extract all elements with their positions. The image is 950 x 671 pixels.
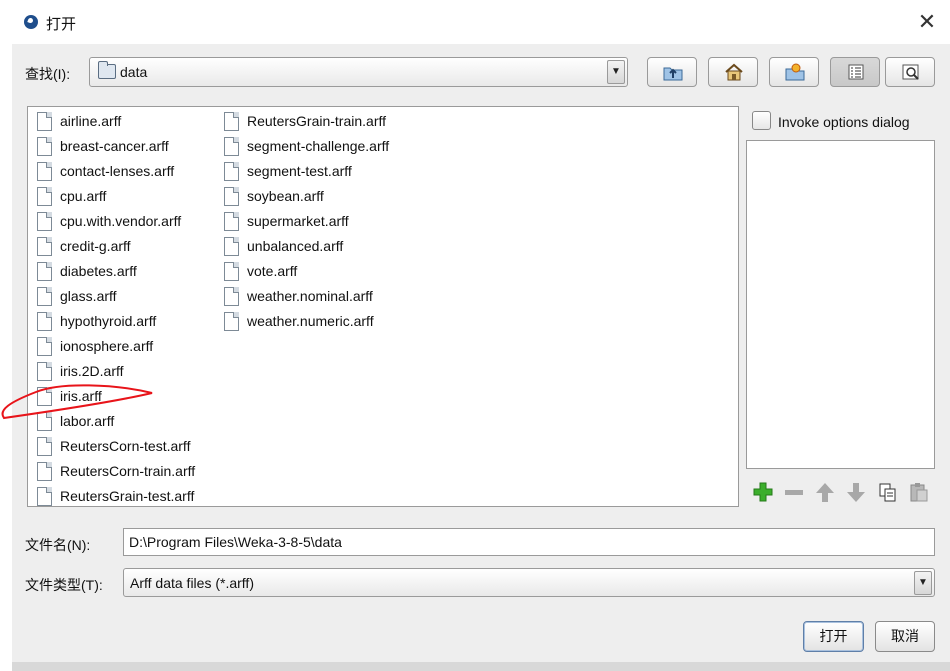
file-name: ionosphere.arff <box>60 338 154 354</box>
file-icon <box>37 362 52 381</box>
chevron-down-icon[interactable]: ▼ <box>607 60 625 84</box>
look-in-label: 查找(I): <box>25 66 71 82</box>
file-name: iris.2D.arff <box>60 363 124 379</box>
file-list[interactable]: airline.arff breast-cancer.arff contact-le… <box>27 106 739 507</box>
file-name: iris.arff <box>60 388 102 404</box>
file-name: supermarket.arff <box>247 213 349 229</box>
file-icon <box>224 237 239 256</box>
details-view-button[interactable] <box>885 57 935 87</box>
file-name: segment-test.arff <box>247 163 352 179</box>
remove-icon <box>785 490 803 495</box>
look-in-combo[interactable]: data ▼ <box>89 57 628 87</box>
file-icon <box>37 137 52 156</box>
file-icon <box>37 462 52 481</box>
file-name: breast-cancer.arff <box>60 138 169 154</box>
file-icon <box>224 137 239 156</box>
file-icon <box>37 487 52 506</box>
file-name: diabetes.arff <box>60 263 137 279</box>
file-name: cpu.arff <box>60 188 107 204</box>
file-name-field[interactable] <box>123 528 935 556</box>
file-name: weather.nominal.arff <box>247 288 373 304</box>
file-name: cpu.with.vendor.arff <box>60 213 182 229</box>
list-view-icon <box>848 64 864 80</box>
file-icon <box>37 212 52 231</box>
move-up-icon <box>816 483 834 502</box>
folder-icon <box>98 61 116 79</box>
remove-button[interactable] <box>782 480 806 504</box>
file-name: weather.numeric.arff <box>247 313 374 329</box>
file-icon <box>224 287 239 306</box>
file-icon <box>37 337 52 356</box>
file-icon <box>224 262 239 281</box>
up-folder-icon <box>663 67 683 81</box>
window-edge <box>0 44 12 671</box>
file-name: ReutersCorn-train.arff <box>60 463 196 479</box>
file-icon <box>37 287 52 306</box>
file-icon <box>224 162 239 181</box>
file-name: unbalanced.arff <box>247 238 344 254</box>
paste-icon <box>910 483 928 502</box>
file-icon <box>37 262 52 281</box>
weka-app-icon <box>24 15 38 29</box>
file-name: hypothyroid.arff <box>60 313 157 329</box>
add-icon <box>753 482 773 502</box>
file-name: airline.arff <box>60 113 122 129</box>
file-icon <box>224 212 239 231</box>
file-icon <box>224 312 239 331</box>
chevron-down-icon[interactable]: ▼ <box>914 571 932 595</box>
file-icon <box>224 187 239 206</box>
file-icon <box>37 187 52 206</box>
close-button[interactable]: ✕ <box>910 8 944 38</box>
paste-button[interactable] <box>907 480 931 504</box>
invoke-options-label: Invoke options dialog <box>778 114 910 130</box>
home-icon <box>725 63 743 81</box>
title-bar: 打开 ✕ <box>0 0 950 44</box>
file-name-input[interactable] <box>124 529 934 555</box>
up-folder-button[interactable] <box>647 57 697 87</box>
file-name: vote.arff <box>247 263 298 279</box>
file-type-combo[interactable]: Arff data files (*.arff) ▼ <box>123 568 935 597</box>
move-up-button[interactable] <box>813 480 837 504</box>
add-button[interactable] <box>751 480 775 504</box>
file-name: credit-g.arff <box>60 238 131 254</box>
move-down-icon <box>847 483 865 502</box>
details-view-icon <box>902 64 919 80</box>
move-down-button[interactable] <box>844 480 868 504</box>
file-name: ReutersGrain-train.arff <box>247 113 387 129</box>
file-icon <box>37 412 52 431</box>
file-name: contact-lenses.arff <box>60 163 175 179</box>
cancel-button[interactable]: 取消 <box>875 621 935 652</box>
file-name: glass.arff <box>60 288 117 304</box>
new-folder-icon <box>785 63 805 81</box>
file-icon <box>37 387 52 406</box>
home-button[interactable] <box>708 57 758 87</box>
copy-icon <box>879 483 896 502</box>
copy-button[interactable] <box>876 480 900 504</box>
file-icon <box>37 162 52 181</box>
file-name: soybean.arff <box>247 188 324 204</box>
file-name: ReutersGrain-test.arff <box>60 488 195 504</box>
file-name: labor.arff <box>60 413 115 429</box>
look-in-value: data <box>120 64 148 80</box>
list-view-button[interactable] <box>830 57 880 87</box>
options-list[interactable] <box>746 140 935 469</box>
file-icon <box>37 237 52 256</box>
file-icon <box>37 312 52 331</box>
file-icon <box>224 112 239 131</box>
file-type-label: 文件类型(T): <box>25 577 103 593</box>
file-type-value: Arff data files (*.arff) <box>130 575 254 591</box>
window-bottom-edge <box>12 662 950 671</box>
file-icon <box>37 437 52 456</box>
file-name-label: 文件名(N): <box>25 537 91 553</box>
open-button[interactable]: 打开 <box>803 621 864 652</box>
file-name: segment-challenge.arff <box>247 138 390 154</box>
window-title: 打开 <box>46 16 77 33</box>
new-folder-button[interactable] <box>769 57 819 87</box>
file-name: ReutersCorn-test.arff <box>60 438 191 454</box>
file-icon <box>37 112 52 131</box>
invoke-options-checkbox[interactable] <box>752 111 771 130</box>
